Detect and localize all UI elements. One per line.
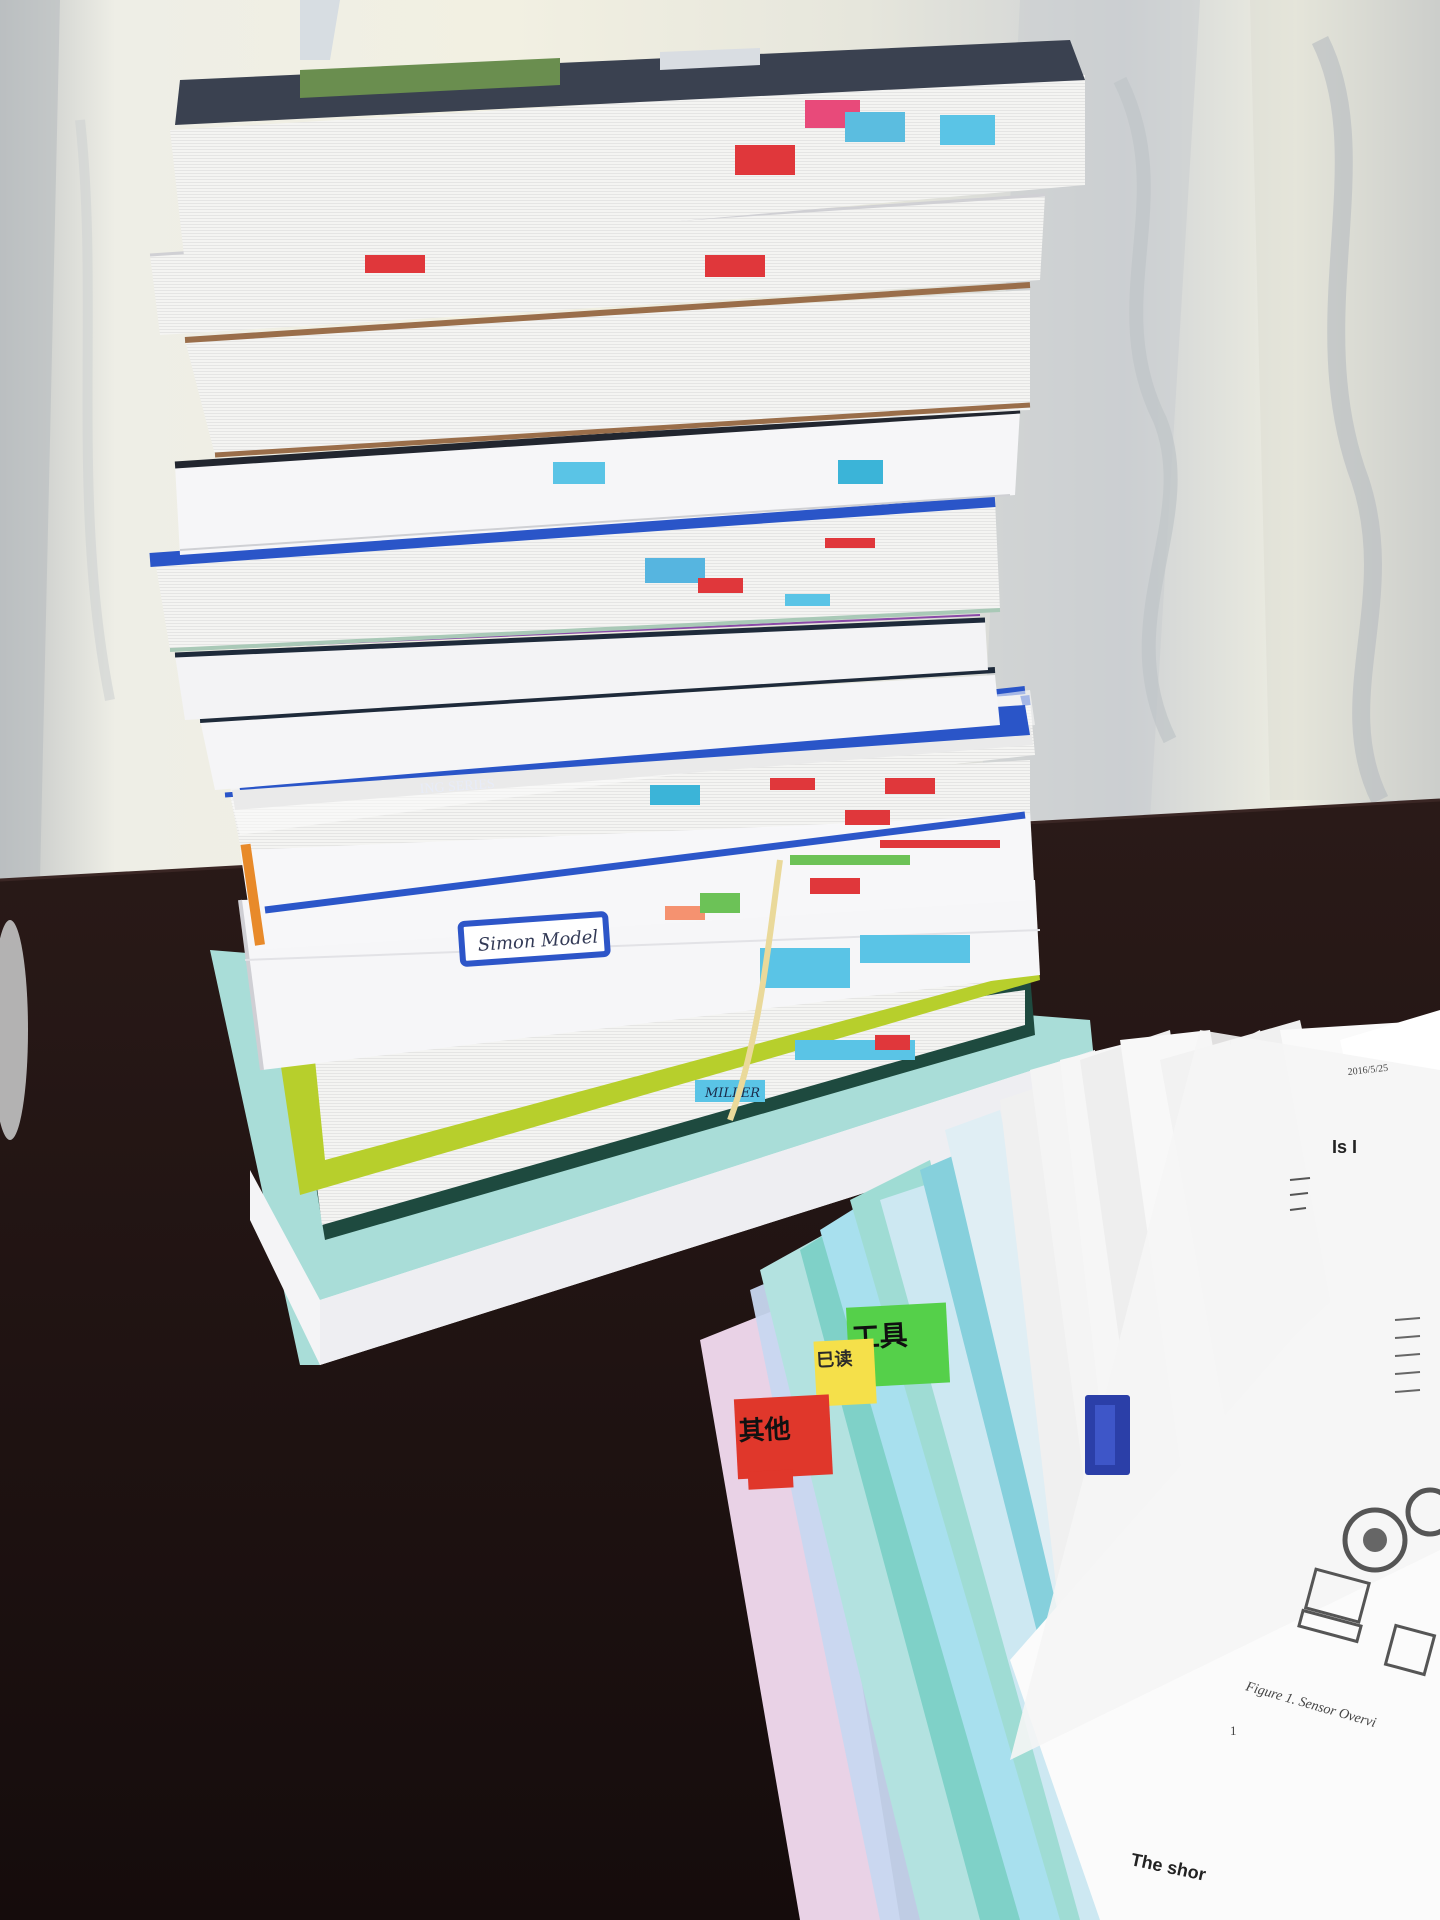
washi-tab — [700, 893, 740, 913]
washi-tab — [705, 255, 765, 277]
folder-tab-label: 巳读 — [816, 1348, 853, 1372]
washi-tab — [810, 878, 860, 894]
washi-tab — [845, 112, 905, 142]
washi-tab — [845, 810, 890, 825]
page-number: 1 — [1230, 1723, 1237, 1738]
washi-tab — [365, 255, 425, 273]
washi-tab — [838, 460, 883, 484]
binder-clip-icon — [1085, 1395, 1130, 1475]
paper-heading: Is I — [1332, 1137, 1357, 1157]
washi-tab — [770, 778, 815, 790]
washi-tab — [940, 115, 995, 145]
book-label: Simon Model — [457, 911, 611, 967]
washi-tab — [825, 538, 875, 548]
washi-tab — [875, 1035, 910, 1050]
washi-tab — [790, 855, 910, 865]
folder-tab-label: 其他 — [738, 1414, 792, 1447]
photo-scene: ING SERIES MILLER Simon Model 2016/5/25 … — [0, 0, 1440, 1920]
washi-tab — [698, 578, 743, 593]
washi-tab — [885, 778, 935, 794]
washi-tab — [665, 906, 705, 920]
washi-tab — [760, 948, 850, 988]
washi-tab — [650, 785, 700, 805]
washi-tab — [553, 462, 605, 484]
handwritten-tab-text: MILLER — [704, 1086, 760, 1101]
washi-tab — [860, 935, 970, 963]
washi-tab — [645, 558, 705, 583]
washi-tab — [785, 594, 830, 606]
paper-stack — [1000, 1010, 1440, 1920]
washi-tab — [880, 840, 1000, 848]
washi-tab — [735, 145, 795, 175]
